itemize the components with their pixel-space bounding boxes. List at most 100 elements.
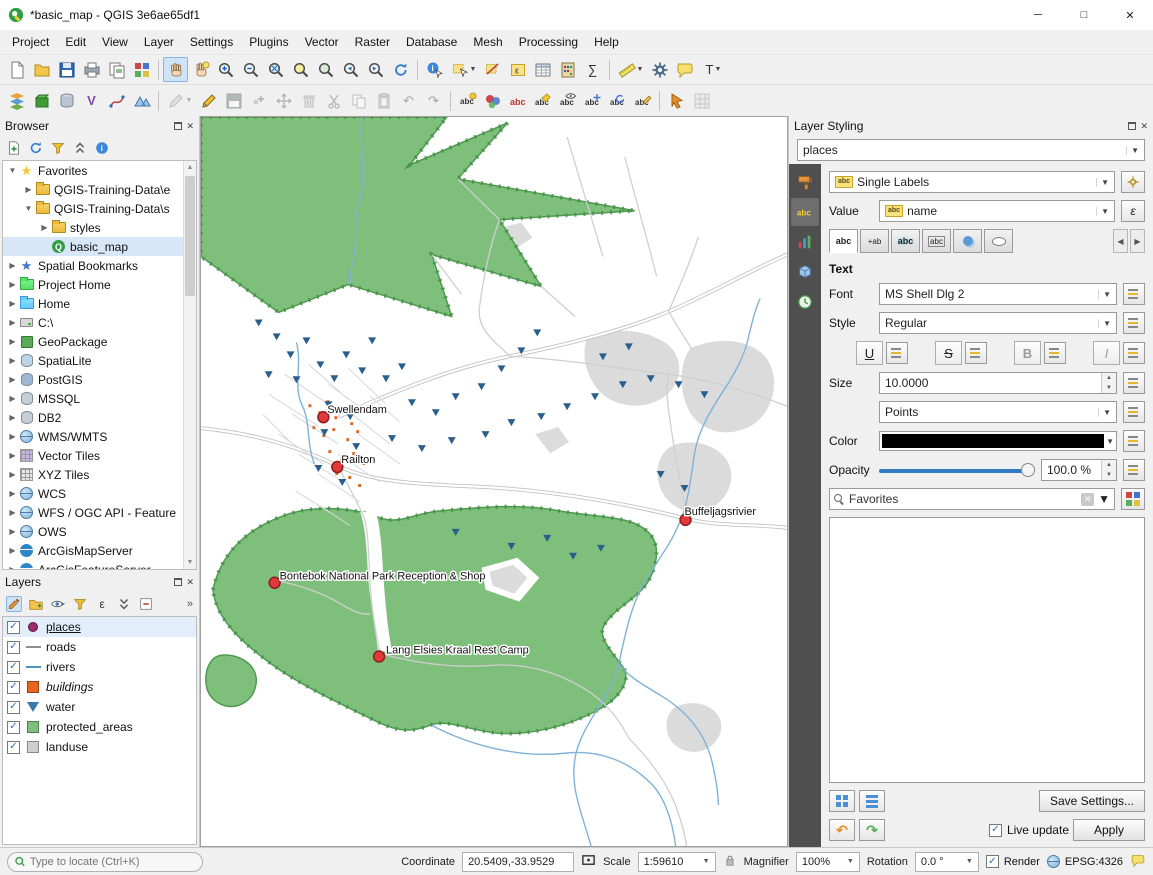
layer-row-protected-areas[interactable]: ✓protected_areas <box>3 717 196 737</box>
deselect-features-button[interactable] <box>480 57 505 82</box>
browser-collapse-all-button[interactable] <box>72 140 88 156</box>
open-project-button[interactable] <box>29 57 54 82</box>
toggle-editing-button[interactable] <box>196 88 221 113</box>
coordinate-box[interactable]: 20.5409,-33.9529 <box>462 852 574 872</box>
slider-handle[interactable] <box>1021 463 1035 477</box>
browser-close-button[interactable]: ✕ <box>186 122 194 131</box>
layer-row-landuse[interactable]: ✓landuse <box>3 737 196 757</box>
browser-item-styles[interactable]: ▶styles <box>3 218 196 237</box>
layout-manager-button[interactable] <box>104 57 129 82</box>
browser-item-postgis[interactable]: ▶PostGIS <box>3 370 196 389</box>
new-spatialite-layer-button[interactable] <box>54 88 79 113</box>
layers-toolbar-overflow[interactable]: » <box>187 598 193 610</box>
cut-features-button[interactable] <box>321 88 346 113</box>
filter-by-expression-button[interactable]: ε <box>94 596 110 612</box>
menu-mesh[interactable]: Mesh <box>465 32 510 52</box>
style-search-combo[interactable]: Favorites✕▼ <box>829 488 1115 510</box>
layer-checkbox[interactable]: ✓ <box>7 721 20 734</box>
text-tab[interactable]: abc <box>829 229 858 253</box>
scale-combo[interactable]: 1:59610▼ <box>638 852 716 872</box>
underline-override-button[interactable] <box>886 342 908 364</box>
browser-item-training-data-e[interactable]: ▶QGIS-Training-Data\e <box>3 180 196 199</box>
browser-item-basic-map[interactable]: Qbasic_map <box>3 237 196 256</box>
browser-properties-button[interactable]: i <box>94 140 110 156</box>
menu-view[interactable]: View <box>94 32 136 52</box>
refresh-map-button[interactable] <box>388 57 413 82</box>
font-style-select[interactable]: Regular▼ <box>879 312 1117 334</box>
processing-toolbox-button[interactable] <box>647 57 672 82</box>
layer-row-water[interactable]: ✓water <box>3 697 196 717</box>
paste-features-button[interactable] <box>371 88 396 113</box>
new-geopackage-layer-button[interactable] <box>29 88 54 113</box>
browser-item-c-drive[interactable]: ▶C:\ <box>3 313 196 332</box>
identify-features-button[interactable]: i <box>422 57 447 82</box>
menu-help[interactable]: Help <box>586 32 627 52</box>
magnifier-spinbox[interactable]: 100%▼ <box>796 852 860 872</box>
size-spinbox[interactable]: 10.0000▲▼ <box>879 372 1117 394</box>
labeling-engine-settings-button[interactable] <box>1121 171 1145 193</box>
tab-symbology[interactable] <box>791 168 819 196</box>
tab-diagrams[interactable] <box>791 228 819 256</box>
styling-redo-button[interactable]: ↷ <box>859 819 885 841</box>
select-features-button[interactable]: ▼ <box>447 57 480 82</box>
zoom-next-button[interactable] <box>363 57 388 82</box>
styling-float-button[interactable] <box>1128 122 1136 130</box>
pan-map-button[interactable] <box>163 57 188 82</box>
save-layer-edits-button[interactable] <box>221 88 246 113</box>
new-shapefile-layer-button[interactable]: V <box>79 88 104 113</box>
apply-button[interactable]: Apply <box>1073 819 1145 841</box>
crs-status-button[interactable]: EPSG:4326 <box>1047 855 1123 868</box>
locate-input[interactable] <box>30 856 196 868</box>
callouts-tab[interactable] <box>984 229 1013 253</box>
maximize-button[interactable]: □ <box>1061 0 1107 30</box>
messages-button[interactable] <box>1130 853 1146 871</box>
menu-vector[interactable]: Vector <box>297 32 347 52</box>
browser-item-spatial-bookmarks[interactable]: ▶★Spatial Bookmarks <box>3 256 196 275</box>
layer-checkbox[interactable]: ✓ <box>7 741 20 754</box>
scrollbar-thumb[interactable] <box>185 176 195 296</box>
text-annotation-button[interactable]: T▼ <box>697 57 730 82</box>
redo-button[interactable]: ↷ <box>421 88 446 113</box>
label-mode-select[interactable]: abcSingle Labels▼ <box>829 171 1115 193</box>
browser-refresh-button[interactable] <box>28 140 44 156</box>
move-label-button[interactable]: abc <box>580 88 605 113</box>
grid-tool-button[interactable] <box>689 88 714 113</box>
icon-view-button[interactable] <box>829 790 855 812</box>
menu-edit[interactable]: Edit <box>57 32 94 52</box>
list-view-button[interactable] <box>859 790 885 812</box>
save-settings-button[interactable]: Save Settings... <box>1039 790 1145 812</box>
live-update-checkbox[interactable]: ✓Live update <box>989 823 1069 837</box>
italic-override-button[interactable] <box>1123 342 1145 364</box>
pan-to-selection-button[interactable] <box>188 57 213 82</box>
add-group-button[interactable] <box>28 596 44 612</box>
render-checkbox[interactable]: ✓Render <box>986 855 1040 868</box>
undo-button[interactable]: ↶ <box>396 88 421 113</box>
rotate-label-button[interactable]: abc <box>605 88 630 113</box>
open-layer-styling-button[interactable] <box>6 596 22 612</box>
menu-project[interactable]: Project <box>4 32 57 52</box>
font-color-button[interactable]: ▼ <box>879 431 1117 451</box>
browser-float-button[interactable] <box>174 122 182 130</box>
menu-processing[interactable]: Processing <box>511 32 586 52</box>
copy-features-button[interactable] <box>346 88 371 113</box>
color-override-button[interactable] <box>1123 430 1145 452</box>
browser-filter-button[interactable] <box>50 140 66 156</box>
opacity-override-button[interactable] <box>1123 459 1145 481</box>
underline-button[interactable]: U <box>856 341 883 365</box>
zoom-full-button[interactable] <box>263 57 288 82</box>
new-print-layout-button[interactable] <box>79 57 104 82</box>
font-select[interactable]: MS Shell Dlg 2▼ <box>879 283 1117 305</box>
locate-search-box[interactable] <box>7 852 203 872</box>
style-manager-button[interactable] <box>1121 488 1145 510</box>
browser-item-project-home[interactable]: ▶Project Home <box>3 275 196 294</box>
zoom-in-button[interactable] <box>213 57 238 82</box>
units-override-button[interactable] <box>1123 401 1145 423</box>
font-override-button[interactable] <box>1123 283 1145 305</box>
move-feature-button[interactable] <box>271 88 296 113</box>
browser-item-wfs[interactable]: ▶WFS / OGC API - Feature <box>3 503 196 522</box>
zoom-out-button[interactable] <box>238 57 263 82</box>
zoom-last-button[interactable] <box>338 57 363 82</box>
change-label-properties-button[interactable]: abc <box>630 88 655 113</box>
browser-item-vector-tiles[interactable]: ▶Vector Tiles <box>3 446 196 465</box>
layer-checkbox[interactable]: ✓ <box>7 681 20 694</box>
